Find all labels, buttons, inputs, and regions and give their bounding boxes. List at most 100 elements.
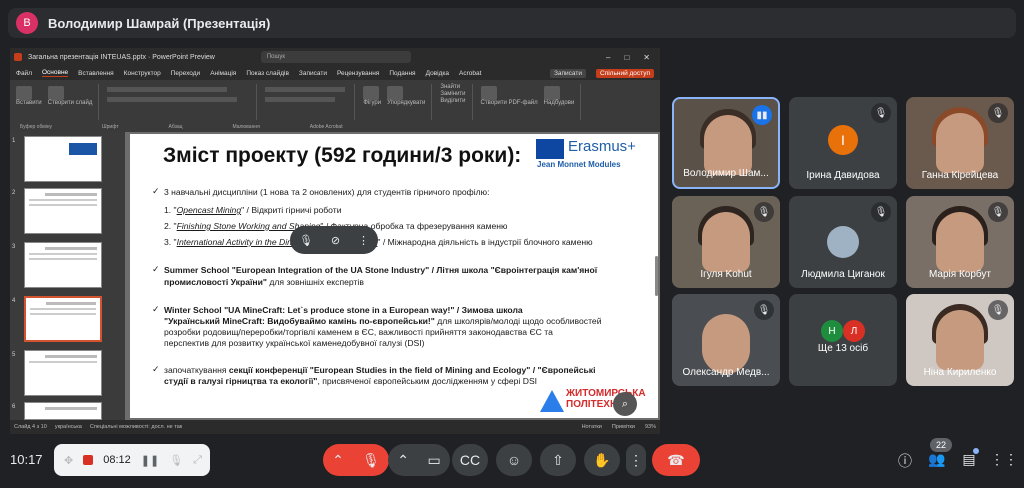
ribbon-drawing: Фігури Упорядкувати <box>363 84 433 120</box>
participant-name: Ніна Кириленко <box>923 367 997 378</box>
slide-line-2: 1. "Opencast Mining" / Відкриті гірничі … <box>164 205 342 216</box>
erasmus-logo: Erasmus+ Jean Monnet Modules <box>535 138 643 169</box>
slide-thumb-3[interactable] <box>24 242 102 288</box>
record-icon <box>83 455 94 465</box>
current-slide: Зміст проекту (592 години/3 роки): Erasm… <box>130 134 658 418</box>
thumb-number: 1 <box>12 138 16 144</box>
select-button[interactable]: Виділити <box>440 98 465 104</box>
participant-tile[interactable]: 🎙 Ігуля Kohut <box>672 196 780 288</box>
menu-help[interactable]: Довідка <box>426 70 449 77</box>
shapes-icon[interactable] <box>363 86 380 100</box>
replace-button[interactable]: Замінити <box>440 91 465 97</box>
group-label: Буфер обміну <box>20 124 53 130</box>
participant-tile[interactable]: 🎙 Олександр Медв... <box>672 294 780 386</box>
mic-off-icon: 🎙 <box>754 300 774 320</box>
menu-home[interactable]: Основне <box>41 69 69 77</box>
drag-handle-icon[interactable]: ✥ <box>64 454 73 467</box>
activities-icon[interactable]: ⋮⋮ <box>990 451 1018 468</box>
emoji-button[interactable]: ☺ <box>496 444 532 476</box>
presenter-bar: В Володимир Шамрай (Презентація) <box>8 8 1016 38</box>
expand-icon[interactable]: ⤢ <box>193 454 202 467</box>
chevron-up-icon[interactable]: ⌃ <box>332 452 344 469</box>
zoom-level[interactable]: 93% <box>645 424 656 430</box>
minimize-icon[interactable]: – <box>606 53 610 62</box>
menu-design[interactable]: Конструктор <box>124 70 161 77</box>
pdf-icon[interactable] <box>480 86 497 100</box>
zoom-icon[interactable]: ⌕ <box>613 392 637 416</box>
more-options-button[interactable]: ⋮ <box>626 444 646 476</box>
conf-line-1: започаткування секції конференції "Europ… <box>164 365 596 376</box>
mic-off-icon: 🎙 <box>988 202 1008 222</box>
participant-tile[interactable]: 🎙 Марія Корбут <box>906 196 1014 288</box>
menu-acrobat[interactable]: Acrobat <box>459 70 481 77</box>
menu-review[interactable]: Рецензування <box>337 70 379 77</box>
mic-off-icon[interactable]: 🎙 <box>299 234 313 247</box>
mic-off-icon[interactable]: 🎙 <box>362 452 380 469</box>
bullet-icon: ✓ <box>152 304 160 314</box>
mic-button[interactable]: ⌃ 🎙 <box>323 444 389 476</box>
zhytomyr-polytechnic-logo: ЖИТОМИРСЬКА ПОЛІТЕХНІКА <box>538 386 656 416</box>
participant-tile[interactable]: І 🎙 Ірина Давидова <box>789 97 897 189</box>
participant-tile[interactable]: Н Л Ще 13 осіб <box>789 294 897 386</box>
menu-animations[interactable]: Анімація <box>210 70 236 77</box>
txt: для зовнішніх експертів <box>266 277 364 287</box>
thumb-number: 3 <box>12 244 16 250</box>
slide-thumb-1[interactable] <box>24 136 102 182</box>
txt: студії в галузі гірництва та екології" <box>164 376 318 386</box>
ppt-share-button[interactable]: Спільний доступ <box>596 68 654 78</box>
presenter-overlay: 🎙 ⊘ ⋮ <box>290 226 378 254</box>
menu-record[interactable]: Записати <box>299 70 327 77</box>
present-button[interactable]: ⇧ <box>540 444 576 476</box>
winter-line-1: Winter School "UA MineCraft: Let`s produ… <box>164 305 523 315</box>
addins-icon[interactable] <box>543 86 560 100</box>
menu-view[interactable]: Подання <box>389 70 415 77</box>
participant-tile[interactable]: 🎙 Ніна Кириленко <box>906 294 1014 386</box>
people-icon[interactable]: 👥 <box>926 451 948 468</box>
camera-icon[interactable]: ▭ <box>428 452 441 469</box>
slide-thumb-6[interactable] <box>24 402 102 420</box>
chat-icon[interactable]: ▤ <box>958 451 980 468</box>
chevron-up-icon[interactable]: ⌃ <box>397 452 409 469</box>
captions-button[interactable]: CC <box>452 444 488 476</box>
ppt-workspace: 1 2 3 4 5 6 Зміст проекту (592 години/3 … <box>10 132 660 420</box>
thumb-number: 6 <box>12 404 16 410</box>
slide-thumb-2[interactable] <box>24 188 102 234</box>
font-format-bar[interactable] <box>107 97 238 102</box>
maximize-icon[interactable]: □ <box>624 53 629 62</box>
participant-tile[interactable]: 🎙 Ганна Кірейцева <box>906 97 1014 189</box>
notes-button[interactable]: Нотатки <box>582 424 602 430</box>
ppt-search-box[interactable]: Пошук <box>260 51 411 63</box>
visibility-off-icon[interactable]: ⊘ <box>331 234 340 247</box>
slide-thumb-5[interactable] <box>24 350 102 396</box>
camera-button[interactable]: ⌃ ▭ <box>388 444 450 476</box>
paste-icon[interactable] <box>16 86 32 100</box>
raise-hand-button[interactable]: ✋ <box>584 444 620 476</box>
menu-transitions[interactable]: Переходи <box>171 70 200 77</box>
pause-icon[interactable]: ❚❚ <box>141 454 159 467</box>
menu-file[interactable]: Файл <box>16 70 32 77</box>
ppt-window-title: Загальна презентація INTEUAS.pptx · Powe… <box>28 53 215 61</box>
hangup-button[interactable]: ☎ <box>652 444 700 476</box>
more-icon[interactable]: ⋮ <box>358 234 369 247</box>
close-icon[interactable]: ✕ <box>643 53 650 62</box>
align-bar[interactable] <box>265 97 336 102</box>
comments-button[interactable]: Примітки <box>612 424 635 430</box>
new-slide-icon[interactable] <box>47 86 64 100</box>
meet-window: В Володимир Шамрай (Презентація) Загальн… <box>0 0 1024 488</box>
menu-insert[interactable]: Вставлення <box>78 70 114 77</box>
thumb-logo <box>69 143 97 155</box>
ppt-record-button[interactable]: Записати <box>549 68 587 78</box>
info-icon[interactable]: ⓘ <box>894 451 916 471</box>
participant-video <box>702 314 750 374</box>
font-selector[interactable] <box>107 87 228 92</box>
mic-off-icon[interactable]: 🎙 <box>169 454 183 467</box>
paragraph-bar[interactable] <box>265 87 346 92</box>
menu-slideshow[interactable]: Показ слайдів <box>246 70 289 77</box>
present-icon: ⇧ <box>552 451 564 468</box>
participant-tile[interactable]: ▮▮ Володимир Шам... <box>672 97 780 189</box>
slide-scrollbar[interactable] <box>655 256 658 296</box>
slide-thumb-4[interactable] <box>24 296 102 342</box>
find-button[interactable]: Знайти <box>440 84 460 90</box>
arrange-icon[interactable] <box>387 86 404 100</box>
participant-tile[interactable]: 🎙 Людмила Циганок <box>789 196 897 288</box>
